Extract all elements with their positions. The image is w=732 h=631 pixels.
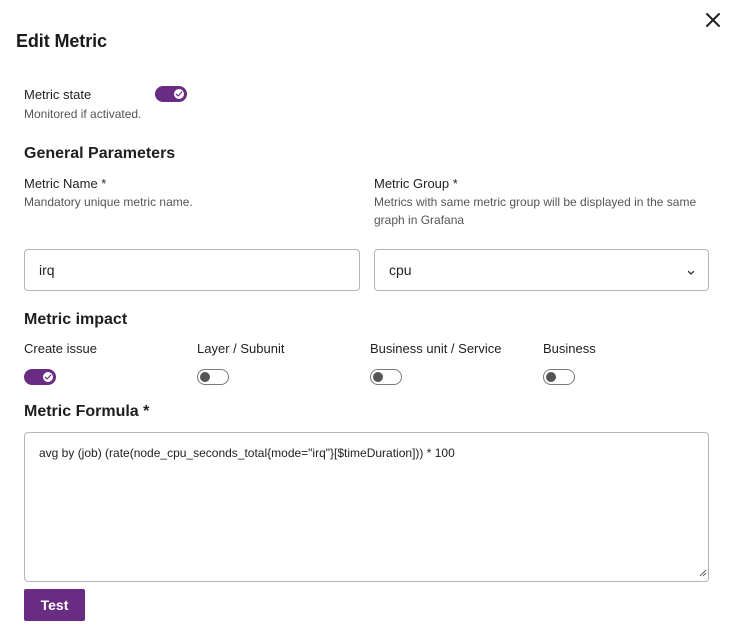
metric-group-label: Metric Group *	[374, 176, 458, 191]
close-icon[interactable]	[703, 10, 723, 30]
metric-formula-value: avg by (job) (rate(node_cpu_seconds_tota…	[39, 446, 455, 460]
chevron-down-icon	[686, 265, 696, 281]
metric-name-label: Metric Name *	[24, 176, 107, 191]
resize-handle-icon[interactable]	[698, 566, 707, 580]
dialog-title: Edit Metric	[16, 31, 107, 51]
metric-state-help: Monitored if activated.	[24, 107, 142, 121]
metric-group-value: cpu	[389, 262, 412, 278]
toggle-knob	[174, 89, 184, 99]
create-issue-toggle[interactable]	[24, 369, 56, 385]
business-toggle[interactable]	[543, 369, 575, 385]
toggle-knob	[43, 372, 53, 382]
metric-name-help: Mandatory unique metric name.	[24, 195, 193, 209]
metric-name-value: irq	[39, 262, 55, 278]
layer-subunit-label: Layer / Subunit	[197, 341, 285, 356]
toggle-knob	[373, 372, 383, 382]
business-label: Business	[543, 341, 596, 356]
metric-group-help: Metrics with same metric group will be d…	[374, 195, 697, 227]
general-parameters-heading: General Parameters	[24, 145, 176, 162]
layer-subunit-toggle[interactable]	[197, 369, 229, 385]
metric-group-select[interactable]: cpu	[374, 249, 709, 291]
metric-name-input[interactable]: irq	[24, 249, 360, 291]
test-button[interactable]: Test	[24, 589, 85, 621]
metric-state-toggle[interactable]	[155, 86, 187, 102]
edit-metric-dialog: Edit Metric Metric state Monitored if ac…	[0, 0, 732, 631]
business-unit-service-toggle[interactable]	[370, 369, 402, 385]
business-unit-service-label: Business unit / Service	[370, 341, 502, 356]
metric-impact-heading: Metric impact	[24, 311, 128, 328]
create-issue-label: Create issue	[24, 341, 97, 356]
toggle-knob	[200, 372, 210, 382]
toggle-knob	[546, 372, 556, 382]
metric-state-label: Metric state	[24, 87, 92, 102]
metric-formula-heading: Metric Formula *	[24, 403, 150, 420]
metric-formula-textarea[interactable]: avg by (job) (rate(node_cpu_seconds_tota…	[24, 432, 709, 582]
